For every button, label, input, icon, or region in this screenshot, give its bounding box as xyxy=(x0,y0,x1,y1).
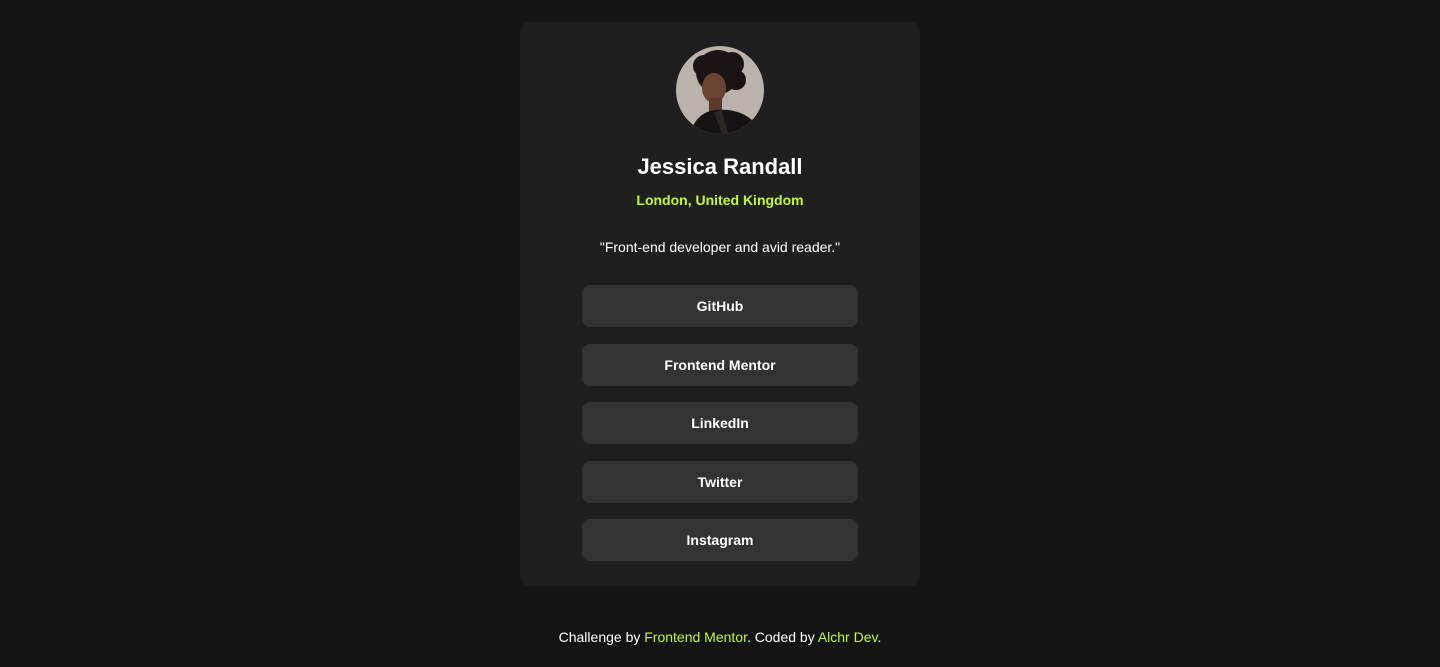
avatar-photo-icon xyxy=(676,46,764,134)
author-link[interactable]: Alchr Dev xyxy=(818,629,878,645)
frontend-mentor-link[interactable]: Frontend Mentor xyxy=(644,629,747,645)
instagram-button[interactable]: Instagram xyxy=(582,519,858,561)
frontend-mentor-button[interactable]: Frontend Mentor xyxy=(582,343,858,386)
social-links: GitHub Frontend Mentor LinkedIn Twitter … xyxy=(582,285,858,578)
footer-suffix: . xyxy=(877,629,882,645)
footer-prefix: Challenge by xyxy=(558,629,645,645)
avatar xyxy=(676,46,764,134)
profile-name: Jessica Randall xyxy=(637,154,803,179)
profile-card: Jessica Randall London, United Kingdom "… xyxy=(520,22,920,586)
profile-bio: "Front-end developer and avid reader." xyxy=(599,239,841,255)
github-button[interactable]: GitHub xyxy=(582,285,858,327)
profile-location: London, United Kingdom xyxy=(636,192,804,208)
attribution-footer: Challenge by Frontend Mentor. Coded by A… xyxy=(0,628,1440,646)
linkedin-button[interactable]: LinkedIn xyxy=(582,402,858,444)
twitter-button[interactable]: Twitter xyxy=(582,460,858,503)
footer-middle: . Coded by xyxy=(746,629,818,645)
